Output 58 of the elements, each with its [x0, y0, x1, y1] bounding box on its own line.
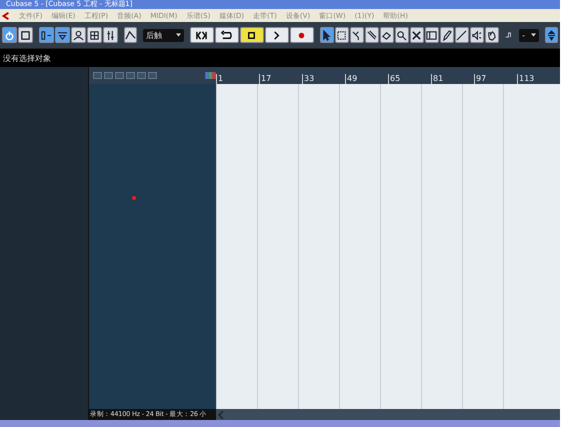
color-icon[interactable] [205, 72, 216, 79]
play-button[interactable] [264, 27, 289, 43]
logo-icon [2, 12, 10, 20]
bar-number: 33 [302, 74, 345, 84]
position-marker [132, 196, 136, 200]
layout-button[interactable] [545, 27, 558, 43]
bar-number: 65 [388, 74, 431, 84]
bar-number: 81 [431, 74, 474, 84]
cycle-icon [220, 30, 234, 40]
grid-icon [89, 30, 100, 40]
person-icon [73, 30, 84, 40]
pencil-icon [441, 30, 452, 40]
edit-tool-button[interactable] [484, 27, 499, 43]
speaker-icon [471, 30, 482, 40]
edit-tool-button[interactable] [440, 27, 454, 43]
frame-button[interactable] [18, 27, 33, 43]
view-toggle-button[interactable] [87, 27, 102, 43]
automation-curve-button[interactable] [124, 27, 137, 43]
mute-icon [411, 30, 422, 40]
faders-icon [105, 30, 116, 40]
edit-tool-button[interactable] [424, 27, 439, 43]
bar-number: 49 [345, 74, 388, 84]
edit-tool-button[interactable] [320, 27, 334, 43]
bar-number: 97 [474, 74, 517, 84]
power-button[interactable] [2, 27, 17, 43]
edit-tool-button[interactable] [380, 27, 394, 43]
edit-tool-button[interactable] [410, 27, 424, 43]
bar-number: 17 [259, 74, 302, 84]
timeline-ruler[interactable]: 1 17 33 49 65 81 97 113 [216, 67, 560, 84]
edit-tool-button[interactable] [364, 27, 379, 43]
pointer-icon [321, 30, 332, 40]
line-icon [456, 30, 468, 40]
bar-number: 1 [216, 74, 259, 84]
automation-mode-dropdown[interactable]: 后触 [143, 28, 184, 42]
edit-tool-button[interactable] [334, 27, 349, 43]
locate-button[interactable] [190, 27, 214, 43]
locate-icon [195, 30, 208, 40]
caret-icon [531, 33, 536, 37]
edit-tool-button[interactable] [350, 27, 364, 43]
bar-number: 113 [517, 74, 560, 84]
horizontal-scrollbar[interactable] [216, 409, 560, 420]
view-toggle-button[interactable] [71, 27, 86, 43]
view-toggle-button[interactable] [39, 27, 54, 43]
edit-tool-button[interactable] [394, 27, 409, 43]
caret-icon [176, 33, 181, 37]
view-toggle-button[interactable] [103, 27, 118, 43]
lines-icon [57, 30, 68, 40]
frame-icon [20, 30, 31, 40]
view-toggle-button[interactable] [55, 27, 70, 43]
power-icon [4, 30, 15, 40]
range-icon [336, 30, 348, 40]
cycle-button[interactable] [214, 27, 239, 43]
edit-tool-button[interactable] [454, 27, 469, 43]
zoom-icon [396, 30, 408, 40]
record-button[interactable] [290, 27, 314, 43]
edit-tool-button[interactable] [470, 27, 484, 43]
snap-dropdown[interactable]: - [519, 28, 539, 42]
stop-button[interactable] [240, 27, 264, 43]
